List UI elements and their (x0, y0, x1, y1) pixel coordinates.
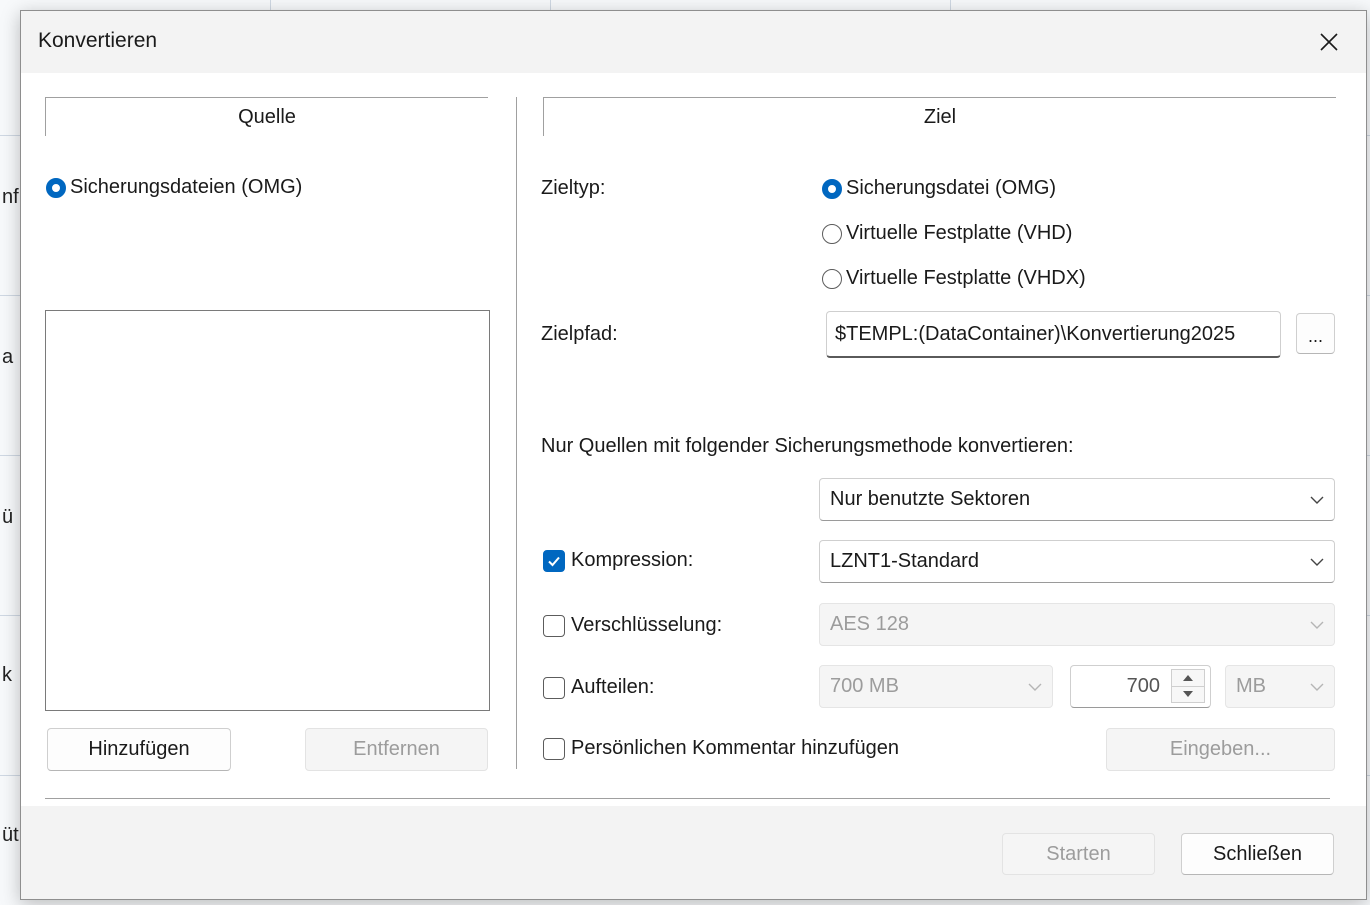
target-type-vhdx[interactable]: Virtuelle Festplatte (VHDX) (822, 267, 1086, 290)
encryption-dropdown[interactable]: AES 128 (819, 603, 1335, 646)
radio-selected-icon (822, 178, 842, 199)
add-button[interactable]: Hinzufügen (47, 728, 231, 771)
chevron-down-icon (1310, 683, 1324, 691)
dialog-footer: Starten Schließen (21, 806, 1366, 899)
checkbox-unchecked-icon (543, 614, 565, 637)
background-text: a (2, 346, 14, 368)
compression-dropdown[interactable]: LZNT1-Standard (819, 540, 1335, 583)
source-file-list[interactable] (45, 310, 490, 711)
close-dialog-button[interactable]: Schließen (1181, 833, 1334, 875)
checkmark-icon (548, 556, 560, 566)
split-preset-dropdown[interactable]: 700 MB (819, 665, 1053, 708)
close-button[interactable] (1306, 19, 1352, 65)
compression-label: Kompression: (571, 549, 694, 571)
chevron-down-icon (1310, 558, 1324, 566)
chevron-down-icon (1310, 621, 1324, 629)
checkbox-checked-icon (543, 549, 565, 572)
split-unit-value: MB (1236, 675, 1266, 697)
group-divider (516, 97, 517, 769)
browse-button[interactable]: ... (1296, 313, 1335, 354)
target-path-input[interactable]: $TEMPL:(DataContainer)\Konvertierung2025 (826, 311, 1281, 358)
split-checkbox[interactable]: Aufteilen: (543, 676, 654, 699)
compression-checkbox[interactable]: Kompression: (543, 549, 693, 572)
compression-dropdown-value: LZNT1-Standard (830, 550, 979, 572)
background-text: k (2, 664, 12, 686)
checkbox-unchecked-icon (543, 676, 565, 699)
comment-label: Persönlichen Kommentar hinzufügen (571, 737, 899, 759)
remove-button[interactable]: Entfernen (305, 728, 488, 771)
enter-comment-button[interactable]: Eingeben... (1106, 728, 1335, 771)
split-label: Aufteilen: (571, 676, 655, 698)
target-type-omg[interactable]: Sicherungsdatei (OMG) (822, 177, 1056, 200)
target-type-vhdx-label: Virtuelle Festplatte (VHDX) (846, 267, 1086, 289)
close-icon (1320, 33, 1338, 51)
split-amount-value: 700 (1126, 675, 1160, 697)
background-text: ü (2, 506, 14, 528)
encryption-dropdown-value: AES 128 (830, 613, 909, 635)
comment-checkbox[interactable]: Persönlichen Kommentar hinzufügen (543, 737, 899, 760)
spin-buttons (1171, 669, 1205, 703)
spin-down-button[interactable] (1172, 686, 1204, 702)
encryption-checkbox[interactable]: Verschlüsselung: (543, 614, 722, 637)
method-dropdown-value: Nur benutzte Sektoren (830, 488, 1031, 510)
spin-up-button[interactable] (1172, 670, 1204, 687)
dialog-title: Konvertieren (38, 29, 158, 52)
chevron-down-icon (1028, 683, 1042, 691)
target-type-vhd[interactable]: Virtuelle Festplatte (VHD) (822, 222, 1072, 245)
checkbox-unchecked-icon (543, 737, 565, 760)
source-radio-omg[interactable]: Sicherungsdateien (OMG) (46, 176, 302, 199)
target-type-label: Zieltyp: (541, 177, 606, 199)
split-unit-dropdown[interactable]: MB (1225, 665, 1335, 708)
split-preset-value: 700 MB (830, 675, 899, 697)
convert-dialog: Konvertieren Quelle Sicherungsdateien (O… (20, 10, 1367, 900)
target-type-omg-label: Sicherungsdatei (OMG) (846, 177, 1057, 199)
target-path-label: Zielpfad: (541, 323, 618, 345)
radio-unselected-icon (822, 268, 842, 289)
method-dropdown[interactable]: Nur benutzte Sektoren (819, 478, 1335, 521)
source-group-header: Quelle (45, 97, 488, 136)
target-type-vhd-label: Virtuelle Festplatte (VHD) (846, 222, 1073, 244)
background-text: üt (2, 824, 19, 846)
chevron-down-icon (1310, 496, 1324, 504)
radio-selected-icon (46, 177, 66, 198)
target-group-header: Ziel (543, 97, 1336, 136)
source-radio-label: Sicherungsdateien (OMG) (70, 176, 303, 198)
background-text: nf (2, 186, 19, 208)
method-description: Nur Quellen mit folgender Sicherungsmeth… (541, 435, 1074, 457)
encryption-label: Verschlüsselung: (571, 614, 723, 636)
spin-down-icon (1183, 691, 1193, 697)
start-button[interactable]: Starten (1002, 833, 1155, 875)
title-bar: Konvertieren (21, 11, 1366, 73)
footer-divider (45, 798, 1330, 799)
spin-up-icon (1183, 675, 1193, 681)
radio-unselected-icon (822, 223, 842, 244)
